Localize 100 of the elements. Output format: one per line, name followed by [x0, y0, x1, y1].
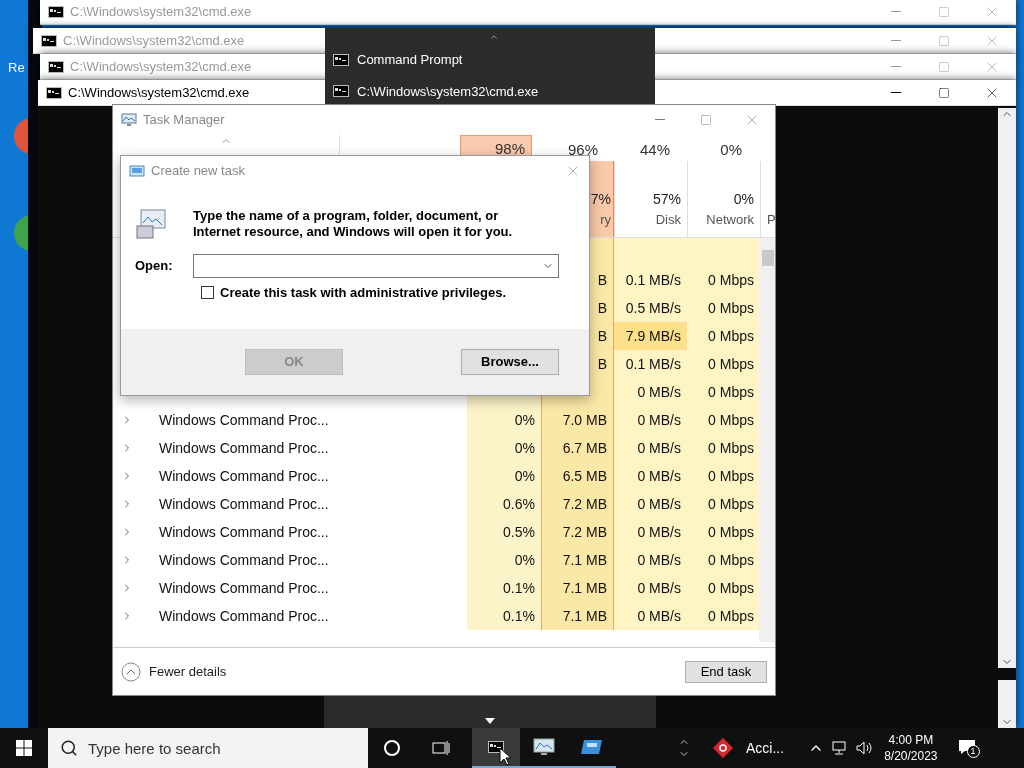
- clock-date[interactable]: 8/20/2023: [884, 748, 938, 764]
- network-cell: 0 Mbps: [687, 518, 760, 546]
- process-name[interactable]: Windows Command Proc...: [159, 521, 329, 543]
- checkbox[interactable]: [201, 286, 214, 300]
- network-cell: 0 Mbps: [687, 406, 760, 434]
- window-title: Task Manager: [143, 111, 225, 130]
- checkbox-label[interactable]: Create this task with administrative privileges.: [220, 283, 507, 303]
- process-name[interactable]: Windows Command Proc...: [159, 493, 329, 515]
- disk-cell: 0 MB/s: [614, 378, 687, 406]
- console-icon: [333, 85, 349, 98]
- disk-cell: 0 MB/s: [614, 546, 687, 574]
- process-name[interactable]: Windows Command Proc...: [159, 577, 329, 599]
- volume-icon[interactable]: [856, 741, 873, 755]
- run-icon: [581, 739, 603, 755]
- console-icon: [333, 53, 349, 66]
- minimize-icon: [891, 65, 901, 68]
- summary-cell-text: 0%: [719, 139, 743, 160]
- window-title: C:\Windows\system32\cmd.exe: [63, 31, 245, 50]
- popup-item[interactable]: C:\Windows\system32\cmd.exe: [333, 81, 539, 101]
- column-header[interactable]: 57% Disk: [614, 161, 687, 237]
- network-cell: 0 Mbps: [687, 266, 760, 294]
- scrollbar[interactable]: [759, 238, 775, 642]
- open-combobox[interactable]: [193, 254, 559, 278]
- fewer-details-link[interactable]: Fewer details: [149, 661, 227, 682]
- disk-cell: 0 MB/s: [614, 518, 687, 546]
- scrollbar[interactable]: [998, 108, 1016, 668]
- window-title: C:\Windows\system32\cmd.exe: [70, 2, 252, 21]
- mouse-cursor-icon: [499, 747, 511, 766]
- cpu-cell: 0.1%: [467, 602, 541, 630]
- network-cell: 0 Mbps: [687, 574, 760, 602]
- monitor-icon: [533, 738, 555, 756]
- disk-cell: 0 MB/s: [614, 490, 687, 518]
- scroll-thumb[interactable]: [762, 250, 774, 266]
- network-cell: 0 Mbps: [687, 490, 760, 518]
- disk-cell: 0 MB/s: [614, 574, 687, 602]
- cpu-cell: 0.5%: [467, 518, 541, 546]
- process-name[interactable]: Windows Command Proc...: [159, 437, 329, 459]
- cpu-cell: 0%: [467, 434, 541, 462]
- minimize-icon: [891, 91, 901, 94]
- network-cell: 0 Mbps: [687, 322, 760, 350]
- console-icon: [48, 5, 64, 18]
- scrollbar[interactable]: [998, 680, 1016, 728]
- desktop-icon-label: Re: [8, 59, 25, 77]
- window-title: C:\Windows\system32\cmd.exe: [70, 57, 252, 76]
- monitor-icon: [121, 113, 137, 127]
- network-cell: 0 Mbps: [687, 350, 760, 378]
- process-name[interactable]: Windows Command Proc...: [159, 605, 329, 627]
- disk-cell: 0.1 MB/s: [614, 350, 687, 378]
- clock-time[interactable]: 4:00 PM: [888, 732, 934, 748]
- cortana-icon[interactable]: [384, 740, 400, 756]
- column-header[interactable]: P: [760, 161, 776, 237]
- process-name[interactable]: Windows Command Proc...: [159, 409, 329, 431]
- notification-count: 1: [966, 745, 980, 758]
- maximize-icon: [938, 5, 950, 18]
- taskbar-app[interactable]: [472, 728, 520, 768]
- network-cell: 0 Mbps: [687, 546, 760, 574]
- network-cell: 0 Mbps: [687, 462, 760, 490]
- process-name[interactable]: Windows Command Proc...: [159, 549, 329, 571]
- network-cell: 0 Mbps: [687, 378, 760, 406]
- minimize-icon: [655, 119, 665, 121]
- memory-cell: 7.2 MB: [541, 518, 614, 546]
- maximize-icon: [700, 114, 712, 126]
- console-icon: [41, 34, 57, 47]
- tray-app-label[interactable]: Acci...: [746, 737, 785, 759]
- popup-item[interactable]: Command Prompt: [333, 50, 463, 70]
- dialog-title: Create new task: [151, 162, 245, 181]
- network-cell: 0 Mbps: [687, 294, 760, 322]
- search-field[interactable]: Type here to search: [48, 728, 368, 768]
- maximize-icon: [938, 86, 950, 99]
- network-cell: 0 Mbps: [687, 602, 760, 630]
- down-arrow-icon[interactable]: [485, 718, 495, 724]
- disk-cell: 0.5 MB/s: [614, 294, 687, 322]
- maximize-icon: [938, 60, 950, 73]
- windows-start-icon[interactable]: [16, 740, 32, 756]
- tray-app-icon[interactable]: [712, 737, 734, 759]
- run-icon: [129, 165, 145, 177]
- minimize-icon: [891, 10, 901, 13]
- disk-cell: 0 MB/s: [614, 602, 687, 630]
- network-icon[interactable]: [832, 741, 849, 755]
- disk-cell: 0 MB/s: [614, 406, 687, 434]
- search-icon: [60, 739, 78, 757]
- column-header[interactable]: 0% Network: [687, 161, 760, 237]
- summary-cell-text: 44%: [638, 139, 671, 160]
- window-title: C:\Windows\system32\cmd.exe: [68, 83, 250, 102]
- collapse-icon[interactable]: [121, 661, 141, 682]
- task-view-icon[interactable]: [432, 740, 450, 756]
- memory-cell: 6.7 MB: [541, 434, 614, 462]
- disk-cell: 7.9 MB/s: [614, 322, 687, 350]
- end-task-button[interactable]: End task: [685, 660, 767, 683]
- cpu-cell: 0%: [467, 462, 541, 490]
- disk-cell: 0 MB/s: [614, 462, 687, 490]
- memory-cell: 7.1 MB: [541, 602, 614, 630]
- cpu-cell: 0.6%: [467, 490, 541, 518]
- disk-cell: 0 MB/s: [614, 434, 687, 462]
- console-icon: [46, 86, 62, 99]
- browse-button[interactable]: Browse...: [461, 349, 559, 375]
- console-icon: [48, 60, 64, 73]
- memory-cell: 7.2 MB: [541, 490, 614, 518]
- network-cell: 0 Mbps: [687, 434, 760, 462]
- process-name[interactable]: Windows Command Proc...: [159, 465, 329, 487]
